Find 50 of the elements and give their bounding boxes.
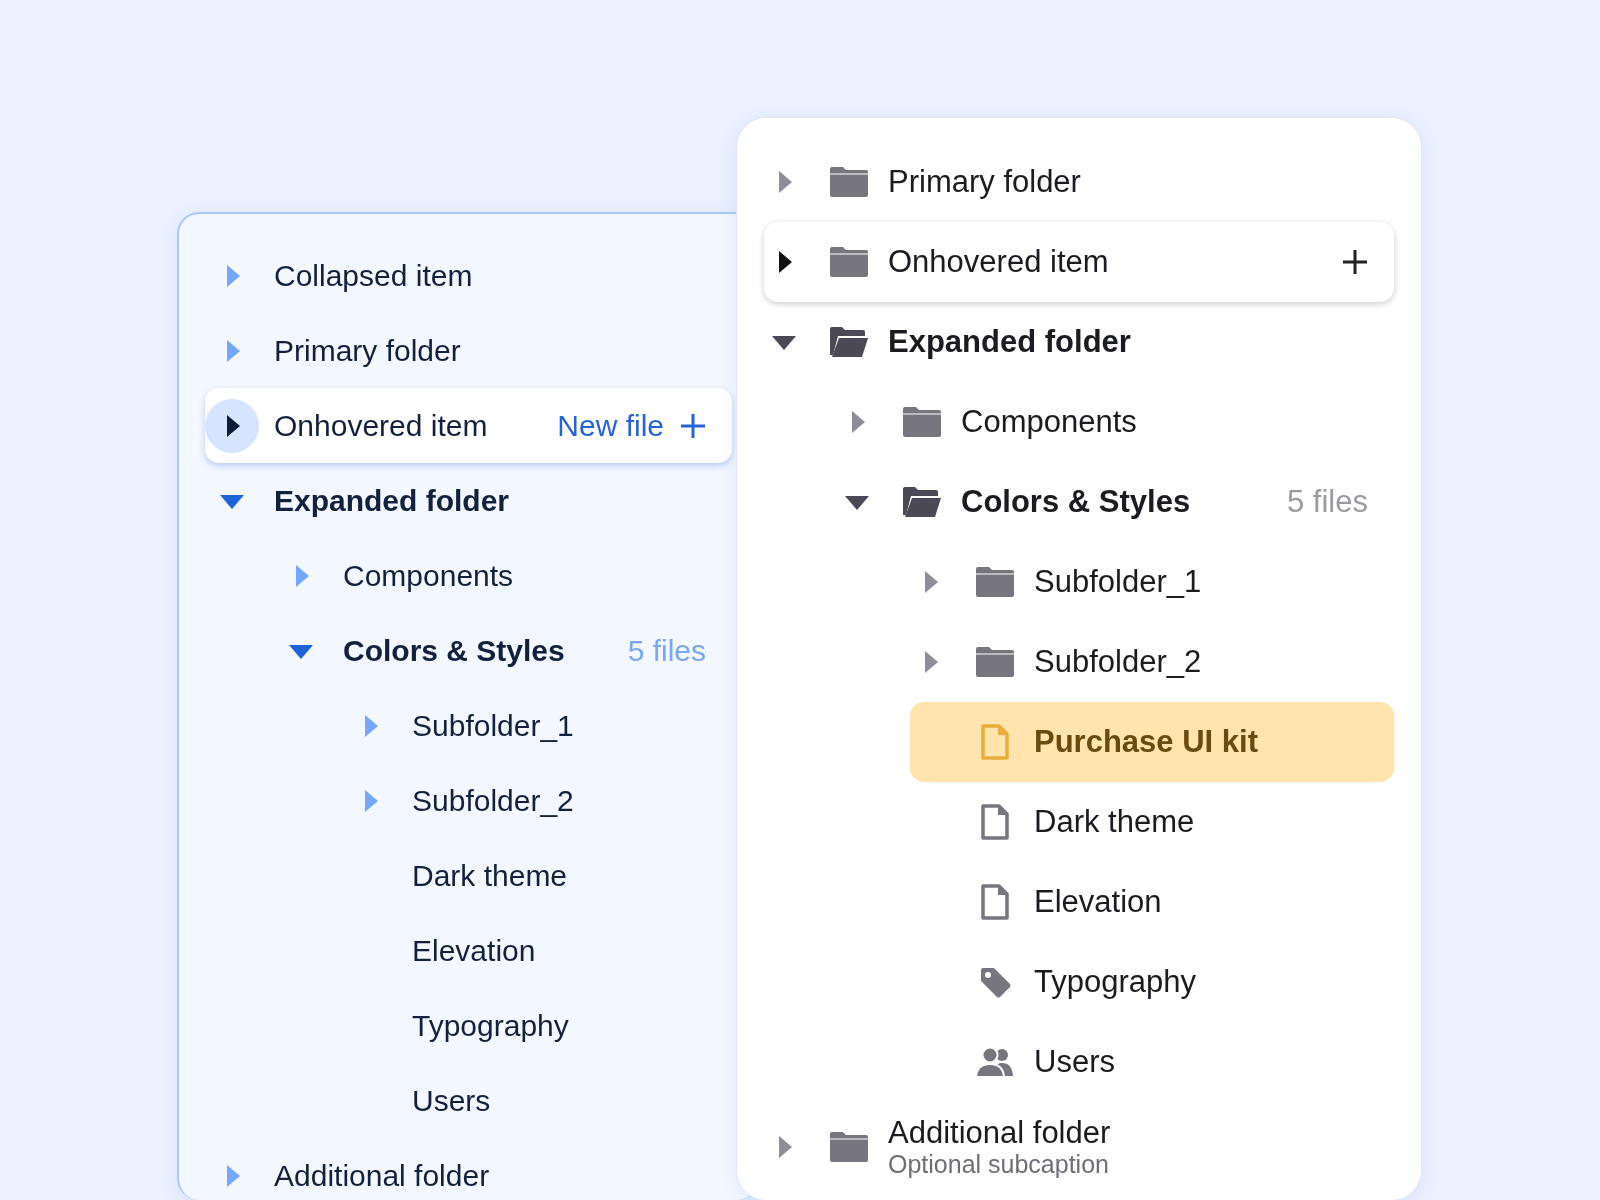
item-label: Onhovered item xyxy=(888,244,1109,280)
item-label: Primary folder xyxy=(274,333,461,368)
add-button[interactable] xyxy=(1342,249,1368,275)
folder-icon xyxy=(830,1132,868,1162)
file-count: 5 files xyxy=(627,633,706,668)
tag-icon xyxy=(979,966,1011,998)
item-label: Subfolder_2 xyxy=(412,783,574,818)
item-subcaption: Optional subcaption xyxy=(888,1151,1110,1179)
open-folder-icon xyxy=(830,327,868,357)
item-label: Subfolder_1 xyxy=(412,708,574,743)
item-label: Additional folder xyxy=(888,1115,1111,1152)
folder-icon xyxy=(976,647,1014,677)
item-label: Primary folder xyxy=(888,164,1081,200)
folder-icon xyxy=(976,567,1014,597)
plus-icon xyxy=(1342,249,1368,275)
file-count: 5 files xyxy=(1287,484,1368,520)
item-label: Components xyxy=(343,558,514,593)
item-label: Components xyxy=(961,404,1137,440)
folder-icon xyxy=(830,167,868,197)
item-label: Colors & Styles xyxy=(961,484,1191,520)
item-label: Dark theme xyxy=(1034,804,1195,840)
open-folder-icon xyxy=(903,487,941,517)
new-file-button[interactable]: New file xyxy=(557,408,706,443)
users-icon xyxy=(976,1046,1014,1078)
folder-icon xyxy=(830,247,868,277)
item-label: Typography xyxy=(412,1008,569,1043)
folder-icon xyxy=(903,407,941,437)
plus-icon xyxy=(680,412,706,439)
item-label: Onhovered item xyxy=(274,408,488,443)
item-label: Users xyxy=(1034,1044,1115,1080)
item-label: Expanded folder xyxy=(274,483,510,518)
item-label: Subfolder_1 xyxy=(1034,564,1202,600)
item-label: Users xyxy=(412,1083,491,1118)
item-label: Expanded folder xyxy=(888,324,1131,360)
item-label: Colors & Styles xyxy=(343,633,565,668)
file-icon xyxy=(981,884,1009,920)
item-label: Elevation xyxy=(1034,884,1162,920)
tree-row[interactable]: Onhovered item New file xyxy=(205,388,732,463)
file-icon xyxy=(981,804,1009,840)
tree-row[interactable]: Purchase UI kit xyxy=(910,702,1394,782)
item-label: Additional folder xyxy=(274,1158,490,1193)
item-label: Purchase UI kit xyxy=(1034,724,1258,760)
item-label: Elevation xyxy=(412,933,536,968)
tree-row[interactable]: Onhovered item xyxy=(764,222,1394,302)
item-label: Typography xyxy=(1034,964,1196,1000)
caret-icon[interactable] xyxy=(205,398,259,453)
item-label: Subfolder_2 xyxy=(1034,644,1202,680)
item-label: Collapsed item xyxy=(274,258,473,293)
item-label: Dark theme xyxy=(412,858,568,893)
file-icon xyxy=(981,724,1009,760)
